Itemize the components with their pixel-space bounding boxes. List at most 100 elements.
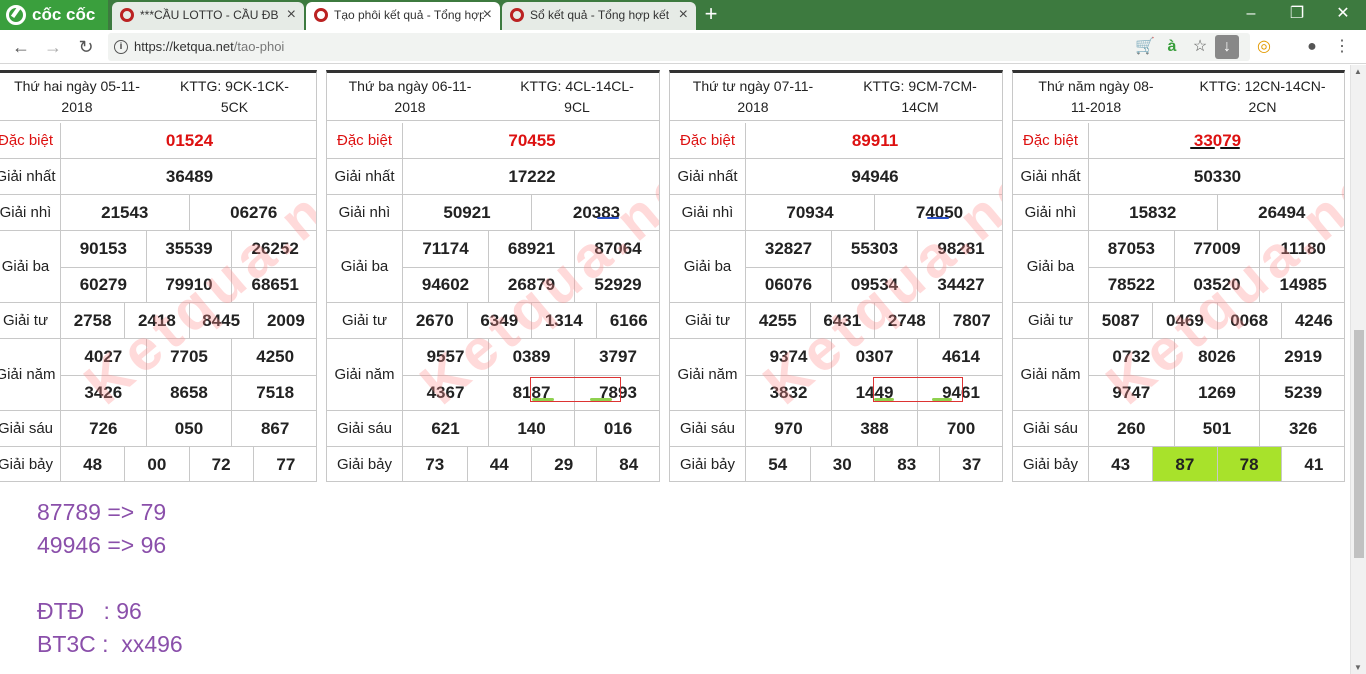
- prize-row-g5: Giải năm 9557 0389 3797 4367 8187 7893: [327, 339, 659, 411]
- back-button[interactable]: ←: [8, 34, 34, 60]
- prize-label: Giải bảy: [670, 447, 746, 481]
- prize-number: 06276: [230, 203, 278, 222]
- profile-icon[interactable]: ●: [1300, 35, 1324, 59]
- panel-kttg: KTTG: 9CK-1CK- 5CK: [151, 73, 316, 121]
- extension-icon[interactable]: ◎: [1252, 35, 1276, 59]
- prize-label: Giải bảy: [0, 447, 61, 481]
- prize-number: 78: [1217, 447, 1282, 481]
- prize-number: 35539: [147, 231, 233, 267]
- prize-number: 7807: [952, 311, 991, 330]
- scroll-up-icon[interactable]: ▲: [1354, 67, 1362, 76]
- forward-button[interactable]: →: [40, 34, 66, 60]
- date-line: 2018: [394, 99, 426, 115]
- tab-cau-lotto[interactable]: ***CẦU LOTTO - CẦU ĐB ×: [112, 2, 304, 30]
- prize-row-g1: Giải nhất 94946: [670, 159, 1002, 195]
- prize-row-g3: Giải ba 87053 77009 11180 78522 03520 14985: [1013, 231, 1344, 303]
- prize-number: 34427: [937, 275, 985, 294]
- prize-number: 700: [946, 419, 976, 438]
- new-tab-button[interactable]: +: [700, 1, 722, 29]
- minimize-button[interactable]: –: [1228, 0, 1274, 30]
- tab-so-ket-qua[interactable]: Sổ kết quả - Tổng hợp kết ×: [502, 2, 696, 30]
- panel-date: Thứ năm ngày 08- 11-2018: [1013, 73, 1179, 121]
- kttg-line: 5CK: [220, 99, 249, 115]
- prize-number: 388: [832, 411, 918, 447]
- prize-number: 94602: [403, 267, 489, 303]
- note-line: 49946 => 96: [37, 532, 167, 558]
- prize-row-g1: Giải nhất 17222: [327, 159, 659, 195]
- prize-number: 20383: [572, 203, 621, 222]
- prize-number: 84: [619, 455, 639, 474]
- panel-date: Thứ ba ngày 06-11- 2018: [327, 73, 493, 121]
- row-divider: [61, 267, 316, 268]
- tab-tao-phoi[interactable]: Tạo phôi kết quả - Tổng hợp ×: [306, 2, 500, 30]
- prize-number: 4367: [403, 375, 489, 411]
- bookmark-star-icon[interactable]: ☆: [1188, 35, 1212, 59]
- panel-kttg: KTTG: 9CM-7CM- 14CM: [836, 73, 1002, 121]
- prize-number: 89911: [851, 131, 899, 150]
- prize-label: Giải tư: [670, 303, 746, 338]
- prize-number: 726: [61, 411, 147, 447]
- download-icon[interactable]: ↓: [1215, 35, 1239, 59]
- prize-row-g1: Giải nhất 50330: [1013, 159, 1344, 195]
- page-content: Thứ hai ngày 05-11- 2018 KTTG: 9CK-1CK- 5CK…: [0, 65, 1350, 674]
- date-line: Thứ hai ngày 05-11-: [14, 78, 140, 94]
- prize-label: Giải sáu: [0, 411, 61, 446]
- scroll-down-icon[interactable]: ▼: [1354, 663, 1362, 672]
- prize-row-g2: Giải nhì 21543 06276: [0, 195, 316, 231]
- prize-row-db: Đặc biệt 89911: [670, 123, 1002, 159]
- prize-number: 2919: [1284, 347, 1323, 366]
- prize-label: Đặc biệt: [670, 123, 746, 158]
- close-tab-icon[interactable]: ×: [679, 2, 688, 28]
- prize-number: 36489: [165, 167, 214, 186]
- tab-label: ***CẦU LOTTO - CẦU ĐB: [140, 8, 279, 22]
- prize-label: Giải năm: [670, 339, 746, 410]
- prize-label: Giải năm: [0, 339, 61, 410]
- row-divider: [61, 375, 316, 376]
- close-tab-icon[interactable]: ×: [483, 2, 492, 28]
- prize-number: 94946: [851, 167, 899, 186]
- prize-label: Giải nhì: [670, 195, 746, 230]
- prize-number: 2670: [403, 303, 468, 339]
- prize-label: Giải tư: [0, 303, 61, 338]
- browser-logo[interactable]: cốc cốc: [0, 0, 108, 30]
- prize-number: 326: [1288, 419, 1318, 438]
- prize-number: 44: [468, 447, 532, 481]
- close-tab-icon[interactable]: ×: [287, 2, 296, 28]
- prize-row-g6: Giải sáu 621 140 016: [327, 411, 659, 447]
- prize-number: 00: [125, 447, 190, 481]
- prize-label: Giải sáu: [670, 411, 746, 446]
- prize-label: Giải tư: [327, 303, 403, 338]
- reload-button[interactable]: ↻: [73, 34, 99, 60]
- prize-number: 77: [276, 455, 296, 474]
- scrollbar-thumb[interactable]: [1354, 330, 1364, 558]
- date-line: Thứ ba ngày 06-11-: [348, 78, 472, 94]
- prize-number: 70934: [746, 195, 875, 231]
- prize-label: Giải nhất: [327, 159, 403, 194]
- close-window-button[interactable]: ✕: [1320, 0, 1366, 30]
- prize-number: 70455: [508, 131, 556, 150]
- menu-icon[interactable]: ⋮: [1330, 35, 1354, 59]
- restore-button[interactable]: ❐: [1274, 0, 1320, 30]
- prize-label: Giải bảy: [327, 447, 403, 481]
- prize-number: 26494: [1258, 203, 1306, 222]
- site-info-icon[interactable]: i: [114, 40, 128, 54]
- prize-number: 21543: [61, 195, 190, 231]
- kttg-line: KTTG: 4CL-14CL-: [520, 78, 634, 94]
- vietnamese-input-icon[interactable]: à: [1160, 35, 1184, 59]
- prize-number: 6349: [468, 303, 532, 339]
- prize-number: 8445: [190, 303, 254, 339]
- tab-label: Sổ kết quả - Tổng hợp kết: [530, 8, 670, 22]
- prize-row-g3: Giải ba 90153 35539 26252 60279 79910 68651: [0, 231, 316, 303]
- panel-date: Thứ hai ngày 05-11- 2018: [0, 73, 151, 121]
- note-line: ĐTĐ : 96: [37, 598, 142, 624]
- prize-number: 87064: [594, 239, 642, 258]
- prize-number: 4027: [61, 339, 147, 375]
- note-line: 87789 => 79: [37, 499, 167, 525]
- prize-number: 970: [746, 411, 832, 447]
- row-divider: [403, 375, 659, 376]
- address-bar[interactable]: i https://ketqua.net/tao-phoi: [108, 33, 1250, 61]
- prize-number: 72: [190, 447, 254, 481]
- cart-icon[interactable]: 🛒: [1133, 35, 1157, 59]
- row-divider: [1089, 375, 1344, 376]
- vertical-scrollbar[interactable]: ▲ ▼: [1350, 65, 1366, 674]
